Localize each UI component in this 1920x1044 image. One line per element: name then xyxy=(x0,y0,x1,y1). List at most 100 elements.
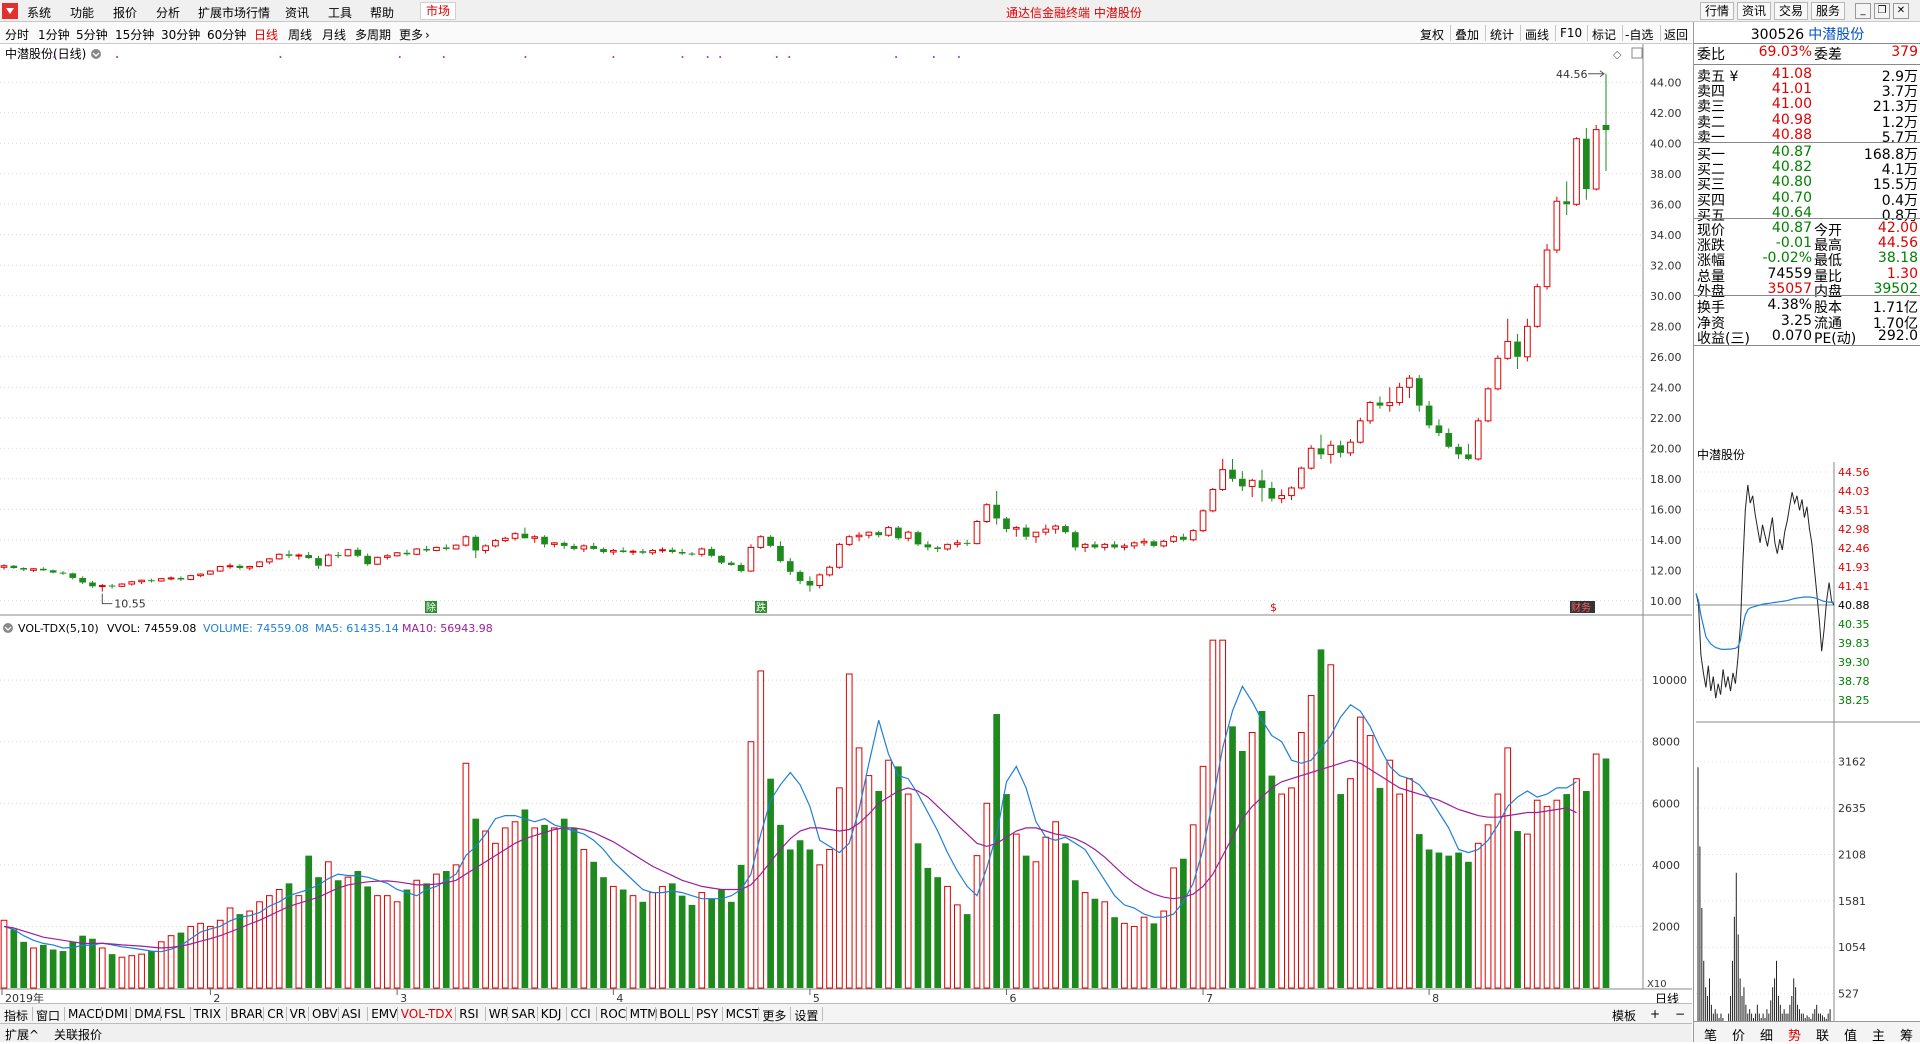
volume-bar[interactable] xyxy=(786,849,794,988)
volume-bar[interactable] xyxy=(875,790,883,988)
period-5min[interactable]: 5分钟 xyxy=(76,26,108,43)
volume-bar[interactable] xyxy=(610,885,617,989)
side-tab[interactable]: 笔 xyxy=(1704,1025,1717,1044)
period-multi[interactable]: 多周期 xyxy=(355,26,391,43)
volume-bar[interactable] xyxy=(1121,922,1128,989)
stats-button[interactable]: 统计 xyxy=(1490,26,1514,43)
volume-bar[interactable] xyxy=(246,910,254,989)
volume-bar[interactable] xyxy=(138,953,145,989)
volume-bar[interactable] xyxy=(649,892,657,989)
candle[interactable] xyxy=(433,546,440,552)
volume-bar[interactable] xyxy=(423,883,430,988)
close-icon[interactable]: ✕ xyxy=(1893,3,1909,19)
volume-bar[interactable] xyxy=(1602,758,1610,988)
indicator-tab-cr[interactable]: CR xyxy=(267,1007,284,1021)
indicator-tab-rsi[interactable]: RSI xyxy=(459,1007,479,1021)
volume-bar[interactable] xyxy=(1514,831,1521,988)
volume-bar[interactable] xyxy=(1189,824,1197,989)
indicator-tab-fsl[interactable]: FSL xyxy=(164,1007,185,1021)
indicator-tab-voltdx[interactable]: VOL-TDX xyxy=(401,1007,453,1021)
candle[interactable] xyxy=(1170,535,1177,543)
volume-bar[interactable] xyxy=(364,886,371,988)
volume-bar[interactable] xyxy=(973,855,981,989)
marker-dividend[interactable]: $ xyxy=(1270,601,1277,614)
side-tab[interactable]: 细 xyxy=(1760,1025,1773,1044)
diamond-icon[interactable]: ◇ xyxy=(1613,48,1622,61)
volume-bar[interactable] xyxy=(1396,793,1403,989)
volume-bar[interactable] xyxy=(501,827,509,989)
volume-bar[interactable] xyxy=(944,885,951,989)
volume-bar[interactable] xyxy=(1101,901,1109,989)
volume-bar[interactable] xyxy=(590,861,598,988)
volume-bar[interactable] xyxy=(305,855,313,988)
back-button[interactable]: 返回 xyxy=(1664,26,1688,43)
volume-bar[interactable] xyxy=(433,873,440,989)
volume-bar[interactable] xyxy=(236,914,244,988)
intraday-chart[interactable]: 44.56 44.03 43.51 42.98 42.46 41.93 41.41 40.88… xyxy=(1694,462,1920,1042)
menu-analysis[interactable]: 分析 xyxy=(156,4,180,21)
volume-bar[interactable] xyxy=(845,673,853,989)
candle[interactable] xyxy=(157,577,165,582)
candle[interactable] xyxy=(1160,539,1168,548)
volume-bar[interactable] xyxy=(1583,790,1590,988)
indicator-tab-[interactable]: 指标 xyxy=(4,1007,28,1024)
volume-bar[interactable] xyxy=(600,877,607,988)
candle[interactable] xyxy=(836,542,843,569)
indicator-tab-dmi[interactable]: DMI xyxy=(105,1007,128,1021)
volume-bar[interactable] xyxy=(128,955,136,989)
volume-bar[interactable] xyxy=(1042,836,1050,989)
indicator-tab-emv[interactable]: EMV xyxy=(371,1007,397,1021)
volume-bar[interactable] xyxy=(315,877,322,988)
indicator-tab-roc[interactable]: ROC xyxy=(600,1007,626,1021)
indicator-tab-obv[interactable]: OBV xyxy=(312,1007,338,1021)
volume-bar[interactable] xyxy=(492,842,499,989)
add-indicator-button[interactable]: + xyxy=(1650,1007,1660,1021)
volume-bar[interactable] xyxy=(1150,923,1158,988)
nav-trade-button[interactable]: 交易 xyxy=(1774,2,1808,20)
volume-bar[interactable] xyxy=(826,848,833,989)
volume-bar[interactable] xyxy=(1170,867,1177,989)
candle[interactable] xyxy=(1297,466,1305,490)
indicator-tab-mcst[interactable]: MCST xyxy=(726,1007,760,1021)
volume-bar[interactable] xyxy=(855,747,863,989)
volume-bar[interactable] xyxy=(285,883,293,988)
volume-bar[interactable] xyxy=(187,925,195,989)
volume-bar[interactable] xyxy=(639,901,647,988)
candle[interactable] xyxy=(118,583,126,588)
candle[interactable] xyxy=(1199,509,1207,533)
menu-function[interactable]: 功能 xyxy=(70,4,94,21)
volume-bar[interactable] xyxy=(993,714,1000,988)
period-daily[interactable]: 日线 xyxy=(254,26,278,43)
indicator-tab-mtm[interactable]: MTM xyxy=(630,1007,658,1021)
volume-bar[interactable] xyxy=(1366,735,1374,989)
indicator-tab-sar[interactable]: SAR xyxy=(511,1007,535,1021)
volume-bar[interactable] xyxy=(354,871,362,988)
period-1min[interactable]: 1分钟 xyxy=(38,26,70,43)
volume-bar[interactable] xyxy=(1347,778,1354,989)
volume-bar[interactable] xyxy=(216,919,224,989)
side-tab[interactable]: 联 xyxy=(1816,1025,1829,1044)
volume-bar[interactable] xyxy=(1022,855,1030,988)
candle[interactable] xyxy=(374,556,381,565)
candle[interactable] xyxy=(452,544,460,550)
volume-bar[interactable] xyxy=(1386,759,1394,989)
volume-bar[interactable] xyxy=(1278,793,1286,989)
candle[interactable] xyxy=(1209,487,1217,513)
menu-quote[interactable]: 报价 xyxy=(113,4,137,21)
volume-bar[interactable] xyxy=(551,827,558,989)
candle[interactable] xyxy=(492,539,499,548)
volume-bar[interactable] xyxy=(177,932,185,988)
candle[interactable] xyxy=(767,535,774,548)
indicator-tab-cci[interactable]: CCI xyxy=(570,1007,590,1021)
volume-bar[interactable] xyxy=(511,821,519,989)
volume-bar[interactable] xyxy=(98,947,106,989)
candle[interactable] xyxy=(344,548,352,557)
volume-bar[interactable] xyxy=(39,944,47,988)
volume-bar[interactable] xyxy=(167,935,175,989)
indicator-tab-boll[interactable]: BOLL xyxy=(659,1007,690,1021)
volume-bar[interactable] xyxy=(1337,794,1344,988)
volume-bar[interactable] xyxy=(963,914,971,988)
mark-button[interactable]: 标记 xyxy=(1592,26,1616,43)
volume-bar[interactable] xyxy=(1327,664,1335,989)
volume-bar[interactable] xyxy=(383,895,391,989)
